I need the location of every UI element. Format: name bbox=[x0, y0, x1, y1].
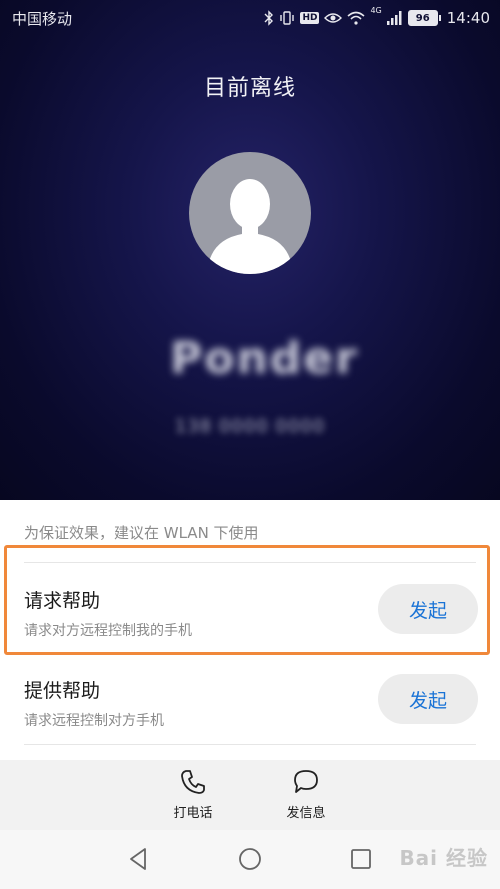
connection-status-title: 目前离线 bbox=[203, 76, 296, 101]
call-label: 打电话 bbox=[173, 806, 213, 821]
vibrate-icon bbox=[279, 10, 295, 26]
bluetooth-icon bbox=[264, 10, 274, 26]
message-label: 发信息 bbox=[286, 806, 326, 821]
option-title: 提供帮助 bbox=[24, 680, 101, 702]
wlan-hint: 为保证效果，建议在 WLAN 下使用 bbox=[24, 524, 259, 542]
remote-assist-sheet: 为保证效果，建议在 WLAN 下使用 请求帮助 请求对方远程控制我的手机 发起 … bbox=[0, 500, 500, 760]
contact-number: 138 0000 0000 bbox=[174, 416, 326, 437]
wifi-icon bbox=[347, 11, 365, 25]
hd-voice-badge: HD bbox=[300, 12, 320, 24]
contact-name: Ponder bbox=[170, 333, 359, 384]
phone-icon bbox=[181, 770, 205, 794]
recents-icon[interactable] bbox=[348, 846, 374, 872]
battery-indicator: 96 bbox=[407, 10, 441, 26]
message-action[interactable]: 发信息 bbox=[271, 768, 341, 826]
option-subtitle: 请求对方远程控制我的手机 bbox=[24, 623, 192, 639]
contact-avatar bbox=[189, 152, 311, 274]
provide-help-launch-button[interactable]: 发起 bbox=[378, 674, 478, 724]
signal-icon bbox=[386, 11, 403, 25]
back-icon[interactable] bbox=[126, 846, 152, 872]
call-action[interactable]: 打电话 bbox=[158, 768, 228, 826]
status-icons: HD 4G 96 14:40 bbox=[264, 6, 490, 30]
message-bubble-icon bbox=[294, 770, 318, 793]
option-provide-help: 提供帮助 请求远程控制对方手机 发起 bbox=[0, 654, 500, 744]
contact-header: 中国移动 HD 4G 96 14:40 目前离线 Ponder 138 0000… bbox=[0, 0, 500, 500]
divider bbox=[24, 744, 476, 745]
contact-action-bar: 打电话 发信息 bbox=[0, 760, 500, 830]
home-icon[interactable] bbox=[237, 846, 263, 872]
network-type-label: 4G bbox=[370, 6, 382, 15]
option-title: 请求帮助 bbox=[24, 590, 101, 612]
status-bar: 中国移动 HD 4G 96 14:40 bbox=[0, 0, 500, 36]
option-subtitle: 请求远程控制对方手机 bbox=[24, 713, 164, 729]
system-nav-bar: Bai 经验 bbox=[0, 830, 500, 889]
clock: 14:40 bbox=[446, 9, 490, 27]
eye-comfort-icon bbox=[324, 11, 343, 25]
option-request-help: 请求帮助 请求对方远程控制我的手机 发起 bbox=[0, 564, 500, 654]
divider bbox=[24, 562, 476, 563]
watermark: Bai 经验 bbox=[399, 846, 488, 870]
carrier-name: 中国移动 bbox=[12, 10, 73, 28]
request-help-launch-button[interactable]: 发起 bbox=[378, 584, 478, 634]
person-silhouette-icon bbox=[207, 179, 293, 274]
